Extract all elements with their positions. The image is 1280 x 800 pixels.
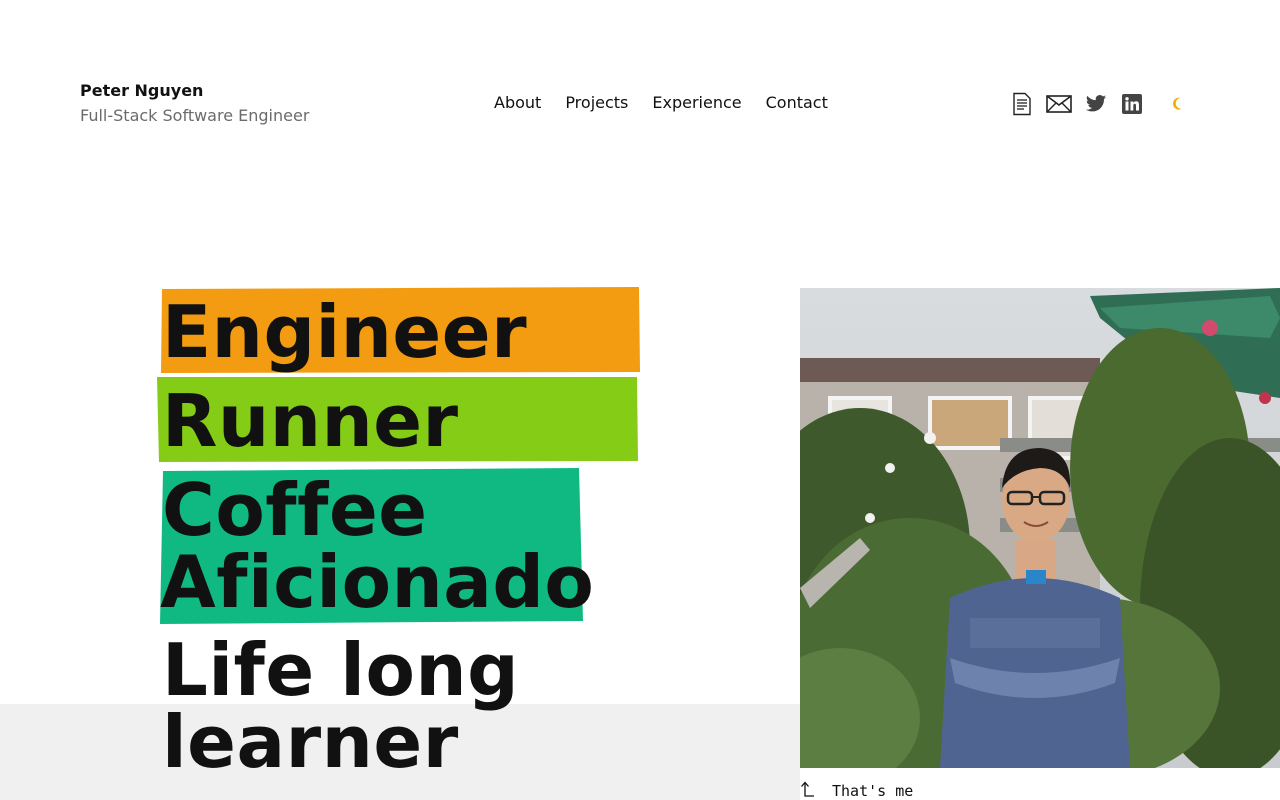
nav-link-contact[interactable]: Contact: [766, 92, 828, 114]
hero-word-life-long: Life long: [162, 628, 520, 712]
hero-word-engineer: Engineer: [162, 290, 528, 374]
portfolio-page: Peter Nguyen Full-Stack Software Enginee…: [0, 0, 1280, 800]
nav-link-experience[interactable]: Experience: [652, 92, 741, 114]
nav-link-about[interactable]: About: [494, 92, 541, 114]
linkedin-icon[interactable]: [1120, 92, 1144, 116]
photo-caption: That's me: [800, 780, 913, 800]
up-left-arrow-icon: [800, 780, 818, 800]
photo-caption-text: That's me: [832, 782, 914, 800]
moon-icon[interactable]: [1170, 92, 1190, 116]
nav-link-projects[interactable]: Projects: [565, 92, 628, 114]
profile-photo: [800, 288, 1280, 768]
site-name[interactable]: Peter Nguyen: [80, 80, 309, 102]
resume-icon[interactable]: [1010, 92, 1034, 116]
site-brand[interactable]: Peter Nguyen Full-Stack Software Enginee…: [80, 80, 309, 129]
site-tagline: Full-Stack Software Engineer: [80, 106, 310, 125]
hero-word-coffee: Coffee: [162, 468, 428, 552]
twitter-icon[interactable]: [1084, 92, 1108, 116]
main-nav: About Projects Experience Contact: [494, 92, 852, 114]
email-icon[interactable]: [1046, 92, 1072, 116]
hero-word-aficionado: Aficionado: [160, 540, 595, 624]
header-icons: [1010, 92, 1190, 116]
hero-word-learner: learner: [162, 700, 459, 784]
hero-word-runner: Runner: [162, 379, 459, 463]
